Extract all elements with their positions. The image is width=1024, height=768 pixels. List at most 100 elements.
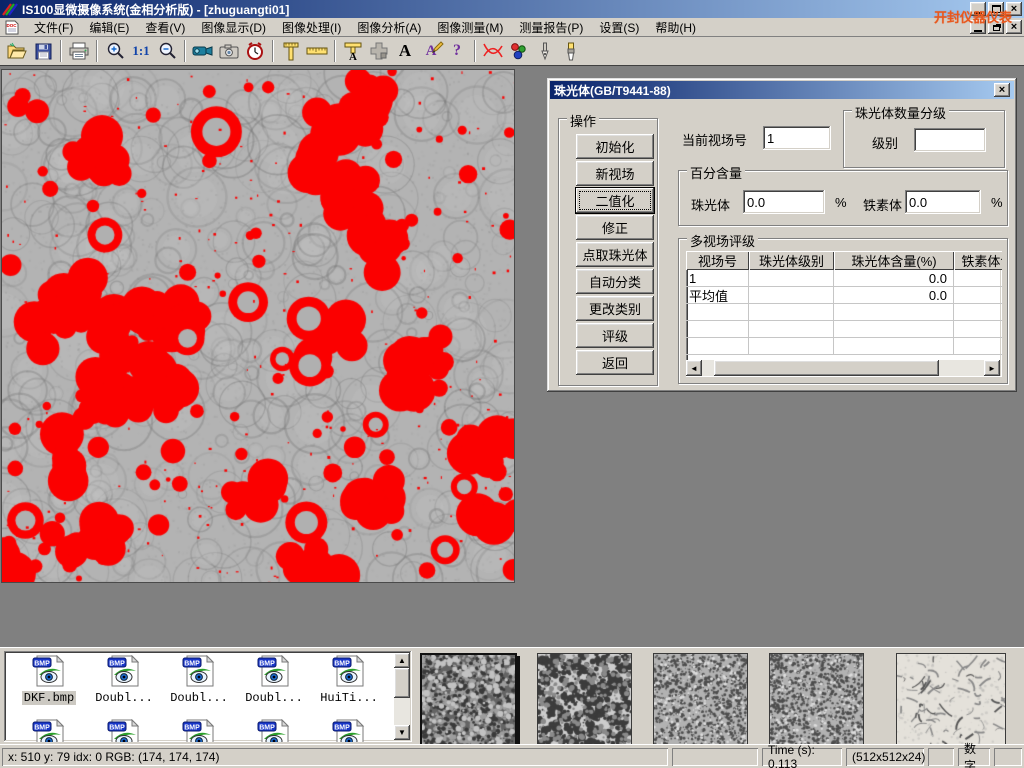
curve-tool-button[interactable] (480, 38, 506, 64)
scroll-thumb[interactable] (714, 360, 939, 376)
svg-text:DOC: DOC (7, 23, 18, 28)
thumbnail-4[interactable] (769, 653, 864, 745)
table-row-empty (686, 321, 1002, 338)
menu-image-analysis[interactable]: 图像分析(A) (349, 17, 429, 38)
photo-capture-button[interactable] (216, 38, 242, 64)
file-name[interactable]: DKF.bmp (22, 691, 76, 705)
ruler-button[interactable] (304, 38, 330, 64)
menu-help[interactable]: 帮助(H) (647, 17, 704, 38)
file-item[interactable]: HuiTi... (313, 655, 385, 705)
scroll-left-button[interactable]: ◄ (686, 360, 702, 376)
menu-file[interactable]: 文件(F) (26, 17, 81, 38)
phase-points-button[interactable] (506, 38, 532, 64)
scroll-right-button[interactable]: ► (984, 360, 1000, 376)
file-item[interactable] (13, 719, 85, 742)
merge-tool-button[interactable] (366, 38, 392, 64)
file-item[interactable] (238, 719, 310, 742)
grade-input[interactable] (914, 128, 986, 152)
file-name[interactable]: HuiTi... (318, 691, 380, 705)
menu-image-measure[interactable]: 图像测量(M) (429, 17, 511, 38)
brush-tool-button[interactable] (558, 38, 584, 64)
file-item[interactable] (163, 719, 235, 742)
zoom-out-button[interactable] (154, 38, 180, 64)
change-class-button[interactable]: 更改类别 (576, 296, 654, 321)
micrograph-canvas[interactable] (2, 70, 514, 582)
clock-icon (246, 42, 264, 60)
minimize-button[interactable] (970, 2, 986, 16)
rate-button[interactable]: 评级 (576, 323, 654, 348)
bmp-file-icon (31, 719, 67, 742)
file-item[interactable] (313, 719, 385, 742)
file-item[interactable] (88, 719, 160, 742)
mdi-restore-button[interactable] (988, 20, 1004, 34)
scroll-thumb[interactable] (394, 668, 410, 698)
table-row[interactable]: 平均值 0.0 (686, 287, 1002, 304)
binarize-button[interactable]: 二值化 (576, 188, 654, 213)
menu-image-display[interactable]: 图像显示(D) (193, 17, 274, 38)
save-floppy-icon (35, 43, 52, 60)
file-browser[interactable]: DKF.bmp Doubl... Doubl... Doubl... HuiTi… (4, 651, 412, 742)
annotate-tool-button[interactable]: A (418, 38, 444, 64)
video-capture-button[interactable] (190, 38, 216, 64)
measure-label-button[interactable]: A (340, 38, 366, 64)
file-vscrollbar[interactable]: ▲ ▼ (394, 653, 410, 740)
file-name[interactable]: Doubl... (243, 691, 305, 705)
thumbnail-3[interactable] (653, 653, 748, 745)
menu-view[interactable]: 查看(V) (137, 17, 193, 38)
scroll-track[interactable] (394, 668, 410, 725)
init-button[interactable]: 初始化 (576, 134, 654, 159)
menu-settings[interactable]: 设置(S) (591, 17, 647, 38)
zoom-out-icon (158, 42, 176, 60)
thumbnail-2[interactable] (537, 653, 632, 745)
thumbnail-5[interactable] (896, 653, 1006, 745)
dialog-close-button[interactable]: × (994, 83, 1010, 97)
maximize-button[interactable] (988, 2, 1004, 16)
scroll-track[interactable] (702, 360, 984, 376)
mdi-close-icon: × (1011, 22, 1017, 33)
rating-table[interactable]: 视场号 珠光体级别 珠光体含量(%) 铁素体含量(%) 1 0.0 平均值 0.… (686, 251, 1002, 377)
mdi-minimize-button[interactable] (970, 20, 986, 34)
camera-icon (219, 44, 239, 59)
actual-size-button[interactable]: 1:1 (128, 38, 154, 64)
menu-measure-report[interactable]: 测量报告(P) (511, 17, 591, 38)
ferrite-percent-input[interactable] (905, 190, 981, 214)
auto-classify-button[interactable]: 自动分类 (576, 269, 654, 294)
text-tool-button[interactable]: A (392, 38, 418, 64)
status-bar: x: 510 y: 79 idx: 0 RGB: (174, 174, 174)… (0, 744, 1024, 768)
pearlite-percent-input[interactable] (743, 190, 825, 214)
file-item[interactable]: Doubl... (238, 655, 310, 705)
return-button[interactable]: 返回 (576, 350, 654, 375)
file-name[interactable]: Doubl... (168, 691, 230, 705)
new-field-button[interactable]: 新视场 (576, 161, 654, 186)
correct-button[interactable]: 修正 (576, 215, 654, 240)
multifield-group: 多视场评级 视场号 珠光体级别 珠光体含量(%) 铁素体含量(%) 1 0.0 … (678, 238, 1008, 384)
table-row-empty (686, 338, 1002, 355)
scroll-up-button[interactable]: ▲ (394, 653, 410, 668)
timer-button[interactable] (242, 38, 268, 64)
current-field-input[interactable] (763, 126, 831, 150)
file-item[interactable]: Doubl... (163, 655, 235, 705)
scroll-down-button[interactable]: ▼ (394, 725, 410, 740)
save-button[interactable] (30, 38, 56, 64)
thumbnail-1[interactable] (420, 653, 517, 747)
toolbar-separator (184, 40, 186, 62)
print-button[interactable] (66, 38, 92, 64)
bmp-file-icon (181, 655, 217, 687)
menu-image-processing[interactable]: 图像处理(I) (274, 17, 349, 38)
file-name[interactable]: Doubl... (93, 691, 155, 705)
close-button[interactable]: × (1006, 2, 1022, 16)
table-hscrollbar[interactable]: ◄ ► (686, 360, 1000, 376)
zoom-in-button[interactable] (102, 38, 128, 64)
mdi-close-button[interactable]: × (1006, 20, 1022, 34)
help-button[interactable]: ? (444, 38, 470, 64)
file-item[interactable]: Doubl... (88, 655, 160, 705)
document-icon[interactable]: DOC (4, 20, 20, 35)
mdi-restore-icon (993, 25, 1000, 31)
open-file-button[interactable] (4, 38, 30, 64)
file-item[interactable]: DKF.bmp (13, 655, 85, 705)
caliper-measure-button[interactable] (278, 38, 304, 64)
menu-edit[interactable]: 编辑(E) (81, 17, 137, 38)
pen-tool-button[interactable] (532, 38, 558, 64)
pick-pearlite-button[interactable]: 点取珠光体 (576, 242, 654, 267)
table-row[interactable]: 1 0.0 (686, 270, 1002, 287)
